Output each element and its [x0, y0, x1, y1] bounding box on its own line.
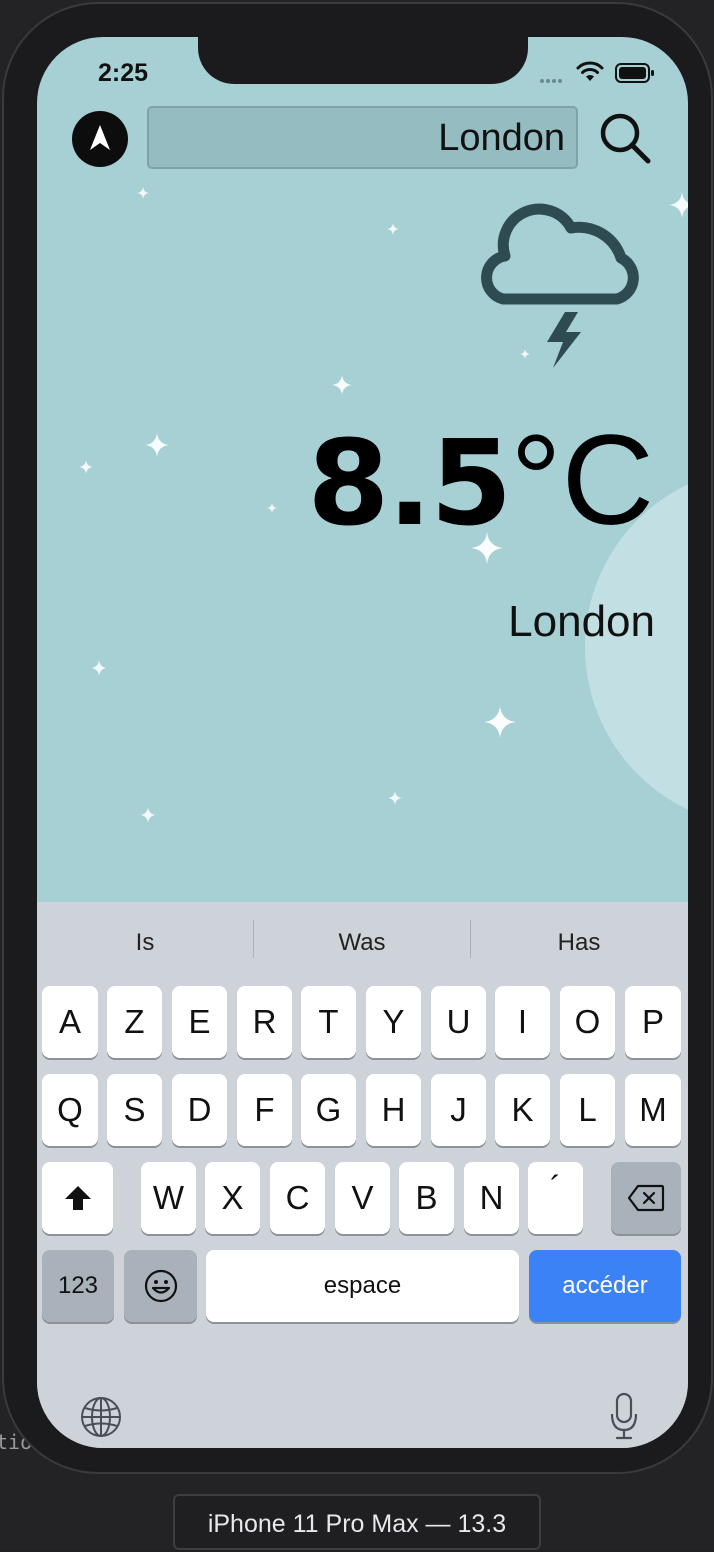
key-p[interactable]: P [625, 986, 681, 1058]
key-g[interactable]: G [301, 1074, 356, 1146]
key-r[interactable]: R [237, 986, 292, 1058]
key-n[interactable]: N [464, 1162, 519, 1234]
key-y[interactable]: Y [366, 986, 421, 1058]
suggestion-item[interactable]: Was [254, 902, 470, 980]
temperature-display: 8.5°C [307, 417, 654, 545]
globe-icon[interactable] [80, 1396, 122, 1438]
star-icon [79, 460, 93, 474]
delete-icon [627, 1184, 665, 1212]
suggestion-item[interactable]: Is [37, 902, 253, 980]
emoji-key[interactable] [124, 1250, 197, 1322]
key-j[interactable]: J [431, 1074, 486, 1146]
city-search-input[interactable]: London [147, 106, 578, 169]
star-icon [484, 706, 516, 738]
cloud-lightning-icon [481, 203, 639, 368]
shift-key[interactable] [42, 1162, 113, 1234]
key-b[interactable]: B [399, 1162, 454, 1234]
star-icon [267, 503, 277, 513]
keyboard: Is Was Has A Z E R T Y U I O P Q S D F G… [37, 902, 688, 1448]
star-icon [145, 433, 169, 457]
key-d[interactable]: D [172, 1074, 227, 1146]
star-icon [140, 807, 156, 823]
cellular-signal-icon [540, 70, 570, 83]
phone-frame: 2:25 London 8.5°C London Is Was Has A Z … [2, 2, 713, 1474]
key-q[interactable]: Q [42, 1074, 98, 1146]
key-acute-accent[interactable]: ´ [528, 1162, 583, 1234]
location-arrow-icon [90, 125, 110, 150]
star-icon [388, 791, 402, 805]
temperature-value: 8.5 [307, 414, 512, 552]
suggestion-bar: Is Was Has [37, 902, 688, 980]
key-f[interactable]: F [237, 1074, 292, 1146]
microphone-icon[interactable] [609, 1392, 639, 1440]
key-t[interactable]: T [301, 986, 356, 1058]
notch [198, 37, 528, 84]
status-time: 2:25 [98, 59, 149, 87]
app-screen: 2:25 London 8.5°C London Is Was Has A Z … [37, 37, 688, 1448]
emoji-icon [144, 1269, 177, 1303]
current-location-button[interactable] [72, 111, 128, 167]
simulator-device-label: iPhone 11 Pro Max — 13.3 [173, 1494, 541, 1550]
key-c[interactable]: C [270, 1162, 325, 1234]
shift-arrow-icon [64, 1186, 91, 1210]
key-w[interactable]: W [141, 1162, 196, 1234]
star-icon [91, 660, 107, 676]
star-icon [137, 187, 149, 199]
key-z[interactable]: Z [107, 986, 162, 1058]
space-key[interactable]: espace [206, 1250, 519, 1322]
key-e[interactable]: E [172, 986, 227, 1058]
temperature-unit: °C [510, 409, 654, 552]
key-k[interactable]: K [495, 1074, 550, 1146]
backspace-key[interactable] [611, 1162, 681, 1234]
wifi-icon [576, 61, 604, 81]
suggestion-item[interactable]: Has [471, 902, 687, 980]
key-v[interactable]: V [335, 1162, 390, 1234]
key-u[interactable]: U [431, 986, 486, 1058]
key-l[interactable]: L [560, 1074, 615, 1146]
key-h[interactable]: H [366, 1074, 421, 1146]
star-icon [332, 375, 352, 395]
key-m[interactable]: M [625, 1074, 681, 1146]
city-name: London [508, 597, 655, 646]
numbers-key[interactable]: 123 [42, 1250, 114, 1322]
key-s[interactable]: S [107, 1074, 162, 1146]
key-x[interactable]: X [205, 1162, 260, 1234]
star-icon [669, 192, 688, 218]
star-icon [387, 223, 399, 235]
battery-icon [615, 63, 654, 83]
search-icon[interactable] [597, 110, 653, 166]
key-i[interactable]: I [495, 986, 550, 1058]
key-a[interactable]: A [42, 986, 98, 1058]
key-o[interactable]: O [560, 986, 615, 1058]
go-key[interactable]: accéder [529, 1250, 681, 1322]
